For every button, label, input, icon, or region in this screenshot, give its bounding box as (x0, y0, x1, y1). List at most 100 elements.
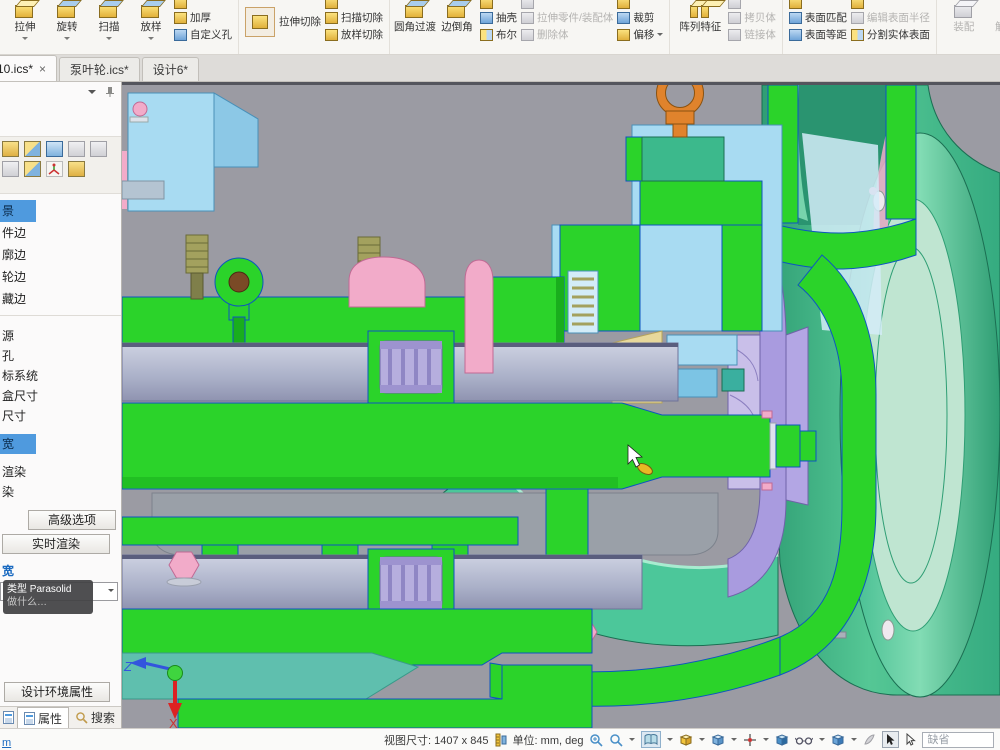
edit-surface-radius-button: 编辑表面半径 (851, 9, 930, 26)
surface-offset-button[interactable]: 表面等距 (789, 26, 847, 43)
table-icon[interactable] (2, 161, 19, 177)
list-item-selected[interactable]: 景 (0, 200, 36, 222)
regen-part-icon[interactable] (24, 141, 41, 157)
clipped-tab[interactable] (0, 707, 17, 728)
revolve-button[interactable]: 旋转 (46, 0, 88, 43)
chevron-down-icon[interactable] (22, 37, 28, 43)
shield-icon[interactable] (46, 141, 63, 157)
pattern-feature-button[interactable]: 阵列特征 (674, 0, 726, 33)
clipped-row[interactable] (617, 0, 663, 9)
list-item[interactable]: 渲染 (0, 462, 121, 482)
units-label: 单位: mm, deg (513, 732, 584, 748)
fillet-button[interactable]: 圆角过渡 (394, 0, 436, 33)
ribbon-group-modify: 圆角过渡 边倒角 抽壳 布尔 拉伸零件/装配体 删除体 裁剪 偏移 (390, 0, 670, 55)
axis-triad-icon[interactable] (46, 161, 63, 177)
clipped-row[interactable] (789, 0, 847, 9)
offset-button[interactable]: 偏移 (617, 26, 663, 43)
list-item[interactable]: 廓边 (0, 244, 121, 266)
chevron-down-icon[interactable] (629, 738, 635, 744)
status-link-fragment[interactable]: m (2, 737, 11, 749)
list-item[interactable]: 轮边 (0, 266, 121, 288)
ball-bearing-upper (380, 341, 442, 393)
chevron-down-icon[interactable] (148, 37, 154, 43)
clipped-row[interactable] (325, 0, 383, 9)
chevron-down-icon[interactable] (657, 33, 663, 39)
cube-blue-icon[interactable] (711, 733, 725, 747)
design-env-properties-button[interactable]: 设计环境属性 (4, 682, 110, 702)
surface-match-button[interactable]: 表面匹配 (789, 9, 847, 26)
boolean-button[interactable]: 布尔 (480, 26, 517, 43)
advanced-options-button[interactable]: 高级选项 (28, 510, 116, 530)
list-item-selected[interactable]: 宽 (0, 434, 36, 454)
list-item[interactable]: 染 (0, 482, 121, 502)
cube-shaded-icon[interactable] (775, 733, 789, 747)
ruler-icon[interactable] (495, 733, 507, 747)
collapse-chevron-icon[interactable] (88, 90, 96, 98)
loft-cut-button[interactable]: 放样切除 (325, 26, 383, 43)
cursor2-icon[interactable] (905, 733, 916, 746)
document-icon (3, 711, 14, 724)
pattern-feature-icon (689, 1, 711, 20)
list-item[interactable]: 件边 (0, 222, 121, 244)
tab-properties[interactable]: 属性 (17, 707, 69, 728)
list-item[interactable]: 藏边 (0, 288, 121, 310)
chevron-down-icon[interactable] (763, 738, 769, 744)
zoom-in-icon[interactable] (589, 733, 603, 747)
tab-design6[interactable]: 设计6* (142, 57, 199, 81)
extrude-cut-button[interactable]: 拉伸切除 (243, 7, 323, 37)
tab-impeller[interactable]: 泵叶轮.ics* (59, 57, 140, 81)
thicken-button[interactable]: 加厚 (174, 9, 232, 26)
chevron-down-icon[interactable] (667, 738, 673, 744)
chevron-down-icon[interactable] (699, 738, 705, 744)
solid-body-icon[interactable] (68, 161, 85, 177)
filter-preset-input[interactable]: 缺省 (922, 732, 994, 748)
clipped-row[interactable] (174, 0, 232, 9)
split-face-button[interactable]: 分割实体表面 (851, 26, 930, 43)
3d-viewport[interactable]: Z X (122, 82, 1000, 728)
release-assembly-button: 解除装 (987, 0, 1000, 33)
extrude-button[interactable]: 拉伸 (4, 0, 46, 43)
chevron-down-icon[interactable] (819, 738, 825, 744)
chevron-down-icon[interactable] (731, 738, 737, 744)
clipped-row[interactable] (521, 0, 613, 9)
sweep-cut-button[interactable]: 扫描切除 (325, 9, 383, 26)
list-item[interactable]: 标系统 (0, 366, 121, 386)
clipped-row[interactable] (728, 0, 776, 9)
list-item[interactable]: 孔 (0, 346, 121, 366)
loft-button[interactable]: 放样 (130, 0, 172, 43)
chevron-down-icon[interactable] (851, 738, 857, 744)
custom-hole-button[interactable]: 自定义孔 (174, 26, 232, 43)
glasses-icon[interactable] (795, 734, 813, 746)
chevron-down-icon[interactable] (106, 37, 112, 43)
cube-solid-icon[interactable] (831, 733, 845, 747)
list-item[interactable]: 源 (0, 326, 121, 346)
trim-icon (617, 12, 630, 24)
chamfer-button[interactable]: 边倒角 (436, 0, 478, 33)
list-item[interactable]: 尺寸 (0, 406, 121, 426)
tab-search[interactable]: 搜索 (69, 707, 121, 728)
close-icon[interactable]: × (39, 62, 46, 76)
view-book-button[interactable] (641, 731, 661, 748)
tab-10ics[interactable]: 10.ics*× (0, 55, 57, 81)
trim-button[interactable]: 裁剪 (617, 9, 663, 26)
modify-stack-a: 抽壳 布尔 (478, 0, 519, 43)
edit-sketch-icon[interactable] (68, 141, 85, 157)
link-fragment[interactable]: 宽 (2, 562, 14, 579)
chevron-down-icon[interactable] (64, 37, 70, 43)
pin-icon[interactable] (105, 86, 115, 98)
list-item[interactable]: 盒尺寸 (0, 386, 121, 406)
part-icon[interactable] (2, 141, 19, 157)
cube-yellow-icon[interactable] (679, 733, 693, 747)
extrude-part-icon (521, 12, 534, 24)
locator-icon[interactable] (743, 733, 757, 747)
sweep-button[interactable]: 扫描 (88, 0, 130, 43)
select-cursor-button[interactable] (882, 731, 899, 748)
zoom-out-icon[interactable] (609, 733, 623, 747)
clipped-row[interactable] (851, 0, 930, 9)
component-icon[interactable] (24, 161, 41, 177)
shell-button[interactable]: 抽壳 (480, 9, 517, 26)
realtime-render-button[interactable]: 实时渲染 (2, 534, 110, 554)
shaft-section (122, 403, 770, 489)
book-icon (644, 733, 658, 746)
clipped-row[interactable] (480, 0, 517, 9)
